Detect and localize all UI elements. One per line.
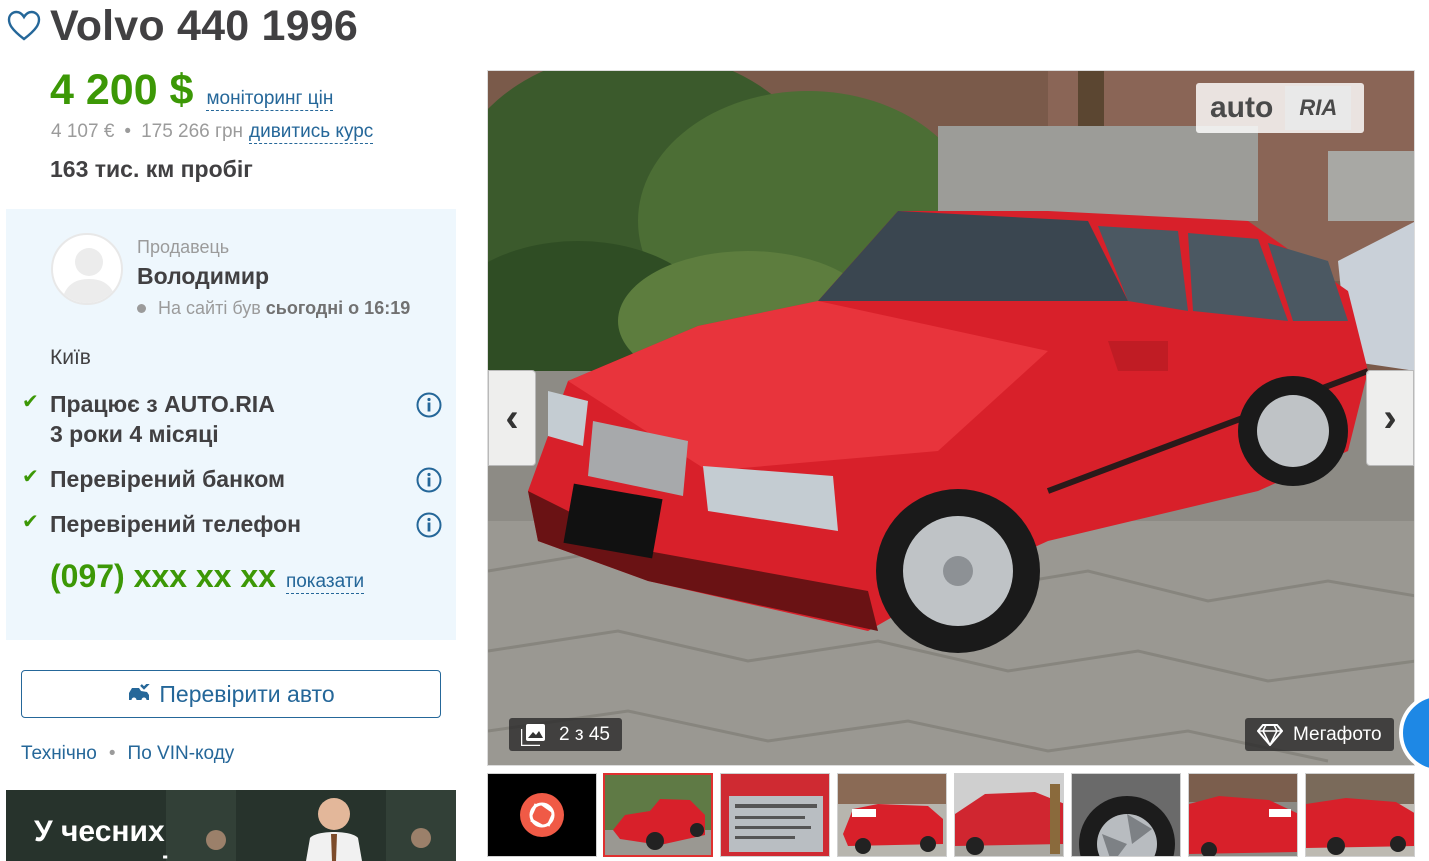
mileage: 163 тис. км пробіг: [50, 156, 253, 183]
alt-prices: 4 107 € • 175 266 грн дивитись курс: [51, 121, 374, 144]
gallery-next-button[interactable]: ›: [1366, 370, 1414, 466]
phone-row: (097) xxx xx xx показати: [50, 558, 365, 595]
check-auto-button[interactable]: Перевірити авто: [21, 670, 441, 718]
gallery-prev-button[interactable]: ‹: [488, 370, 536, 466]
exchange-rate-link[interactable]: дивитись курс: [249, 121, 374, 144]
last-seen-time: сьогодні о 16:19: [265, 298, 411, 318]
phone-number: (097) xxx xx xx: [50, 558, 276, 594]
page-title: Volvo 440 1996: [50, 1, 358, 50]
watermark-auto: auto: [1210, 91, 1274, 124]
vin-check-link[interactable]: По VIN-коду: [128, 743, 235, 765]
thumbnail-image: [1072, 774, 1180, 856]
seller-box: Продавець Володимир На сайті був сьогодн…: [6, 209, 456, 640]
mileage-unit: тис. км пробіг: [94, 156, 253, 182]
check-icon: ✔: [22, 510, 39, 533]
feature-text: Працює з AUTO.RIA 3 роки 4 місяці: [50, 389, 416, 449]
seller-name: Володимир: [137, 263, 270, 289]
thumbnail-photo[interactable]: [954, 773, 1064, 857]
ad-line-1: У чесних: [34, 815, 165, 848]
thumbnail-photo[interactable]: [603, 773, 713, 857]
photo-counter-text: 2 з 45: [559, 723, 610, 745]
price-eur: 4 107 €: [51, 121, 115, 142]
price-main: 4 200 $: [50, 66, 194, 114]
last-seen-prefix: На сайті був: [158, 298, 261, 318]
avatar: [51, 233, 123, 305]
status-dot: [137, 304, 146, 313]
ad-text: У чесних продавців: [34, 814, 188, 861]
check-icon: ✔: [22, 390, 39, 413]
camera-shutter-icon: [520, 793, 564, 837]
auto-ria-watermark: auto RIA: [1196, 83, 1364, 133]
price-row: 4 200 $ моніторинг цін: [50, 66, 334, 115]
info-icon[interactable]: [416, 512, 442, 538]
listing-page: Volvo 440 1996 4 200 $ моніторинг цін 4 …: [0, 0, 1429, 861]
mileage-value: 163: [50, 156, 89, 182]
check-icon: ✔: [22, 465, 39, 488]
check-auto-label: Перевірити авто: [159, 680, 335, 707]
thumbnail-image: [838, 774, 946, 856]
car-check-icon: [129, 684, 151, 703]
thumbnail-photo[interactable]: [837, 773, 947, 857]
feature-works-since: ✔ Працює з AUTO.RIA 3 роки 4 місяці: [22, 389, 442, 449]
links-separator: •: [108, 743, 116, 764]
price-uah: 175 266 грн: [141, 121, 244, 142]
thumbnail-photo[interactable]: [720, 773, 830, 857]
last-seen: На сайті був сьогодні о 16:19: [137, 298, 410, 319]
car-photo: [488, 71, 1414, 765]
photos-icon: [521, 723, 545, 746]
feature-subtitle: 3 роки 4 місяці: [50, 421, 219, 447]
user-placeholder-icon: [61, 248, 117, 303]
ad-banner[interactable]: У чесних продавців: [6, 790, 456, 861]
photo-gallery[interactable]: auto RIA ‹ › 2 з 45 Мегафото: [487, 70, 1415, 766]
check-sub-links: Технічно • По VIN-коду: [21, 743, 234, 765]
megaphoto-label: Мегафото: [1293, 723, 1382, 745]
technical-check-link[interactable]: Технічно: [21, 743, 97, 765]
title-row: Volvo 440 1996: [6, 0, 358, 52]
feature-phone-verified: ✔ Перевірений телефон: [22, 509, 442, 539]
thumbnail-image: [721, 774, 829, 856]
photo-counter[interactable]: 2 з 45: [509, 718, 622, 751]
thumbnail-image: [1189, 774, 1297, 856]
megaphoto-button[interactable]: Мегафото: [1245, 718, 1394, 751]
diamond-icon: [1257, 723, 1283, 746]
thumbnail-image: [605, 775, 711, 855]
feature-bank-verified: ✔ Перевірений банком: [22, 464, 442, 494]
thumbnail-photo[interactable]: [1071, 773, 1181, 857]
seller-label: Продавець: [137, 237, 230, 257]
feature-title: Перевірений телефон: [50, 511, 302, 537]
watermark-ria: RIA: [1285, 86, 1352, 130]
thumbnail-photo[interactable]: [1188, 773, 1298, 857]
thumbnail-image: [1306, 774, 1414, 856]
thumbnail-photo[interactable]: [1305, 773, 1415, 857]
thumbnail-strip: [487, 773, 1415, 861]
thumbnail-image: [955, 774, 1063, 856]
price-monitoring-link[interactable]: моніторинг цін: [206, 88, 334, 111]
price-separator: •: [124, 121, 132, 142]
ad-line-2: продавців: [34, 850, 188, 861]
seller-city: Київ: [50, 346, 91, 369]
info-icon[interactable]: [416, 467, 442, 493]
heart-icon[interactable]: [6, 8, 42, 44]
show-phone-link[interactable]: показати: [285, 571, 365, 594]
thumbnail-video[interactable]: [487, 773, 597, 857]
info-icon[interactable]: [416, 392, 442, 418]
feature-title: Працює з AUTO.RIA: [50, 391, 275, 417]
feature-title: Перевірений банком: [50, 466, 285, 492]
